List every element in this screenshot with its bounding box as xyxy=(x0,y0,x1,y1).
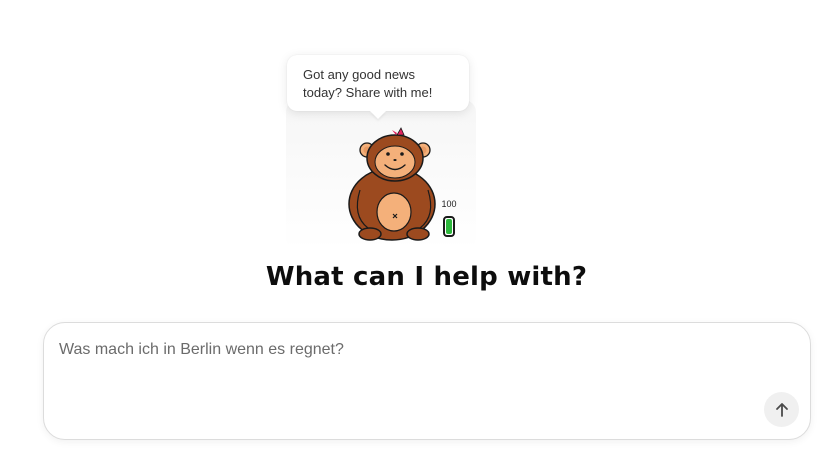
battery-level-label: 100 xyxy=(441,199,457,209)
speech-bubble-tail xyxy=(370,111,386,119)
battery-icon xyxy=(443,216,455,237)
send-button[interactable] xyxy=(764,392,799,427)
battery-fill xyxy=(446,219,452,234)
arrow-up-icon xyxy=(775,402,788,417)
app-root: Got any good news today? Share with me! xyxy=(0,0,832,455)
speech-bubble-text: Got any good news today? Share with me! xyxy=(303,67,433,100)
prompt-input[interactable] xyxy=(59,341,749,401)
speech-bubble: Got any good news today? Share with me! xyxy=(287,55,469,111)
page-title: What can I help with? xyxy=(265,262,588,292)
monkey-icon[interactable] xyxy=(346,126,442,244)
message-composer xyxy=(43,322,811,440)
